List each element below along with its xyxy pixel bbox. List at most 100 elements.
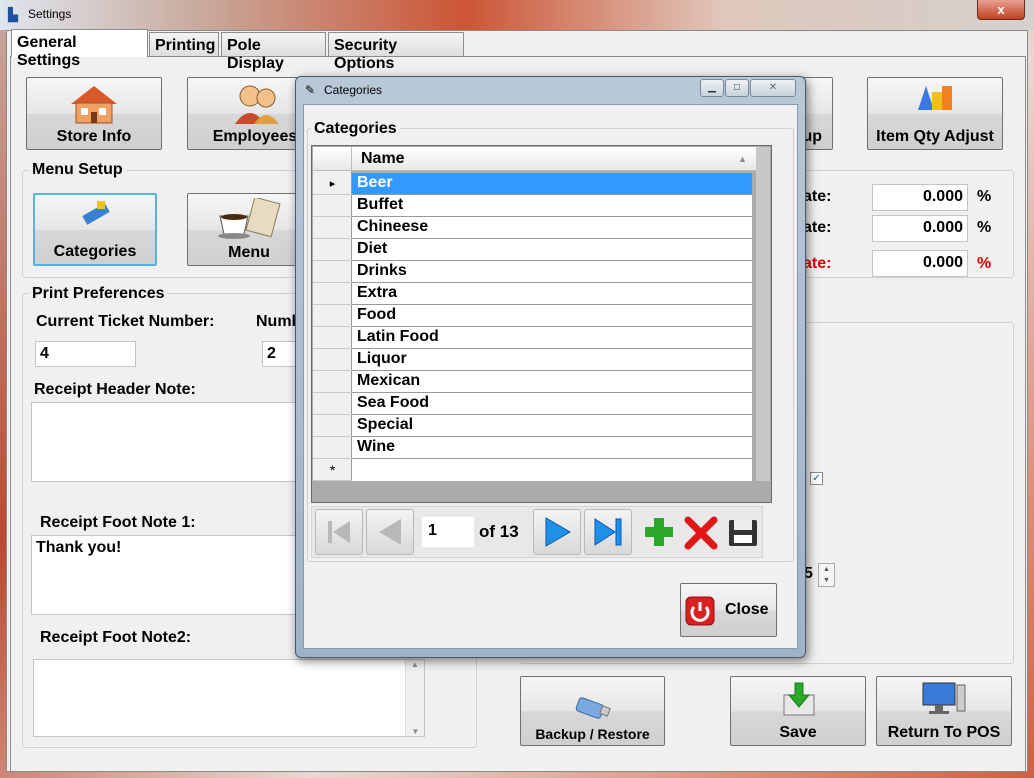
previous-record-icon	[379, 519, 401, 545]
category-row[interactable]: Drinks	[352, 261, 752, 283]
categories-label: Categories	[53, 243, 137, 260]
ticket-number-input[interactable]: 4	[35, 341, 136, 367]
tab-general-settings[interactable]: General Settings	[11, 29, 148, 69]
tab-printing[interactable]: Printing	[149, 32, 219, 56]
row-header[interactable]	[313, 217, 352, 239]
save-label: Save	[779, 724, 817, 741]
position-input[interactable]: 1	[422, 517, 474, 547]
delete-button[interactable]	[682, 512, 720, 552]
usb-drive-icon	[575, 697, 611, 719]
percent-3: %	[977, 255, 992, 272]
window-close-button[interactable]: x	[977, 0, 1025, 20]
tax-rate-3-input[interactable]: 0.000	[872, 250, 968, 277]
dialog-minimize-button[interactable]: ▁	[700, 79, 724, 97]
category-row[interactable]: Sea Food	[352, 393, 752, 415]
app-icon: ▙	[8, 7, 18, 22]
row-header[interactable]	[313, 349, 352, 371]
tax-rate-2-label: ate:	[803, 219, 832, 236]
save-button[interactable]: Save	[730, 676, 866, 746]
move-next-button[interactable]	[533, 509, 581, 555]
row-header[interactable]	[313, 261, 352, 283]
category-row[interactable]: Extra	[352, 283, 752, 305]
move-first-button[interactable]	[315, 509, 363, 555]
backup-restore-button[interactable]: Backup / Restore	[520, 676, 665, 746]
close-label: Close	[725, 601, 769, 618]
category-row[interactable]: Food	[352, 305, 752, 327]
row-header[interactable]	[313, 195, 352, 217]
item-qty-adjust-label: Item Qty Adjust	[876, 128, 994, 145]
menu-button[interactable]: Menu	[187, 193, 311, 266]
dialog-close-action-button[interactable]: Close	[680, 583, 777, 637]
backup-restore-label: Backup / Restore	[535, 726, 650, 742]
new-row-indicator: *	[313, 459, 352, 481]
delete-x-icon	[684, 516, 718, 550]
tax-rate-1-label: ate:	[803, 188, 832, 205]
store-info-button[interactable]: Store Info	[26, 77, 162, 150]
header-note-label: Receipt Header Note:	[34, 381, 196, 398]
tab-security-options[interactable]: Security Options	[328, 32, 464, 72]
dialog-close-button[interactable]: ✕	[750, 79, 796, 97]
return-to-pos-label: Return To POS	[887, 724, 1001, 741]
house-icon	[71, 86, 117, 124]
record-count: of 13	[479, 522, 519, 541]
dialog-maximize-button[interactable]: □	[725, 79, 749, 97]
category-row[interactable]: Chineese	[352, 217, 752, 239]
row-header[interactable]	[313, 393, 352, 415]
category-row[interactable]: Liquor	[352, 349, 752, 371]
floppy-disk-icon	[729, 520, 757, 546]
categories-button[interactable]: Categories	[33, 193, 157, 266]
power-icon	[685, 596, 715, 626]
category-row[interactable]: Latin Food	[352, 327, 752, 349]
menu-label: Menu	[228, 244, 270, 261]
row-header[interactable]	[313, 327, 352, 349]
row-header[interactable]	[313, 305, 352, 327]
sort-arrow-icon: ▲	[738, 154, 747, 164]
category-row[interactable]: Special	[352, 415, 752, 437]
grid-header-name: Name	[361, 150, 405, 167]
dialog-title: Categories	[324, 83, 383, 97]
row-header[interactable]	[313, 239, 352, 261]
category-row[interactable]: Beer	[352, 173, 752, 195]
title-bar	[0, 0, 1034, 30]
foot-note-1-textarea[interactable]: Thank you!	[31, 535, 301, 615]
category-row[interactable]: Buffet	[352, 195, 752, 217]
tab-pole-display[interactable]: Pole Display	[221, 32, 326, 72]
grid-new-row[interactable]	[352, 459, 752, 481]
option-checkbox[interactable]: ✓	[810, 472, 823, 485]
foot-note-1-label: Receipt Foot Note 1:	[40, 514, 196, 531]
spinner-arrows[interactable]: ▲ ▼	[818, 563, 835, 587]
brush-icon	[82, 201, 110, 225]
monitor-return-icon	[922, 682, 966, 714]
percent-1: %	[977, 188, 992, 205]
item-qty-adjust-button[interactable]: Item Qty Adjust	[867, 77, 1003, 150]
category-row[interactable]: Diet	[352, 239, 752, 261]
tax-rate-1-input[interactable]: 0.000	[872, 184, 968, 211]
move-last-button[interactable]	[584, 509, 632, 555]
grid-right-gap	[756, 147, 770, 481]
row-header[interactable]	[313, 415, 352, 437]
shapes-icon	[918, 86, 952, 110]
ticket-number-label: Current Ticket Number:	[36, 313, 215, 330]
row-header[interactable]	[313, 283, 352, 305]
foot-note-2-label: Receipt Foot Note2:	[40, 629, 192, 646]
row-header[interactable]	[313, 437, 352, 459]
next-record-icon	[545, 517, 571, 547]
grid-corner	[313, 147, 352, 171]
current-row-indicator: ▸	[313, 173, 352, 195]
return-to-pos-button[interactable]: Return To POS	[876, 676, 1012, 746]
category-row[interactable]: Wine	[352, 437, 752, 459]
move-previous-button[interactable]	[366, 509, 414, 555]
dialog-icon: ✎	[305, 83, 316, 97]
header-note-textarea[interactable]	[31, 402, 301, 482]
dialog-group-title: Categories	[311, 120, 400, 138]
grid-header[interactable]	[352, 147, 756, 171]
foot-note-2-textarea[interactable]	[33, 659, 425, 737]
tax-rate-2-input[interactable]: 0.000	[872, 215, 968, 242]
first-record-icon	[328, 521, 350, 543]
row-header[interactable]	[313, 371, 352, 393]
foot-note-2-scrollbar[interactable]: ▲ ▼	[405, 660, 424, 736]
category-row[interactable]: Mexican	[352, 371, 752, 393]
save-download-icon	[783, 682, 815, 716]
add-new-button[interactable]	[640, 512, 678, 552]
save-data-button[interactable]	[724, 512, 762, 552]
